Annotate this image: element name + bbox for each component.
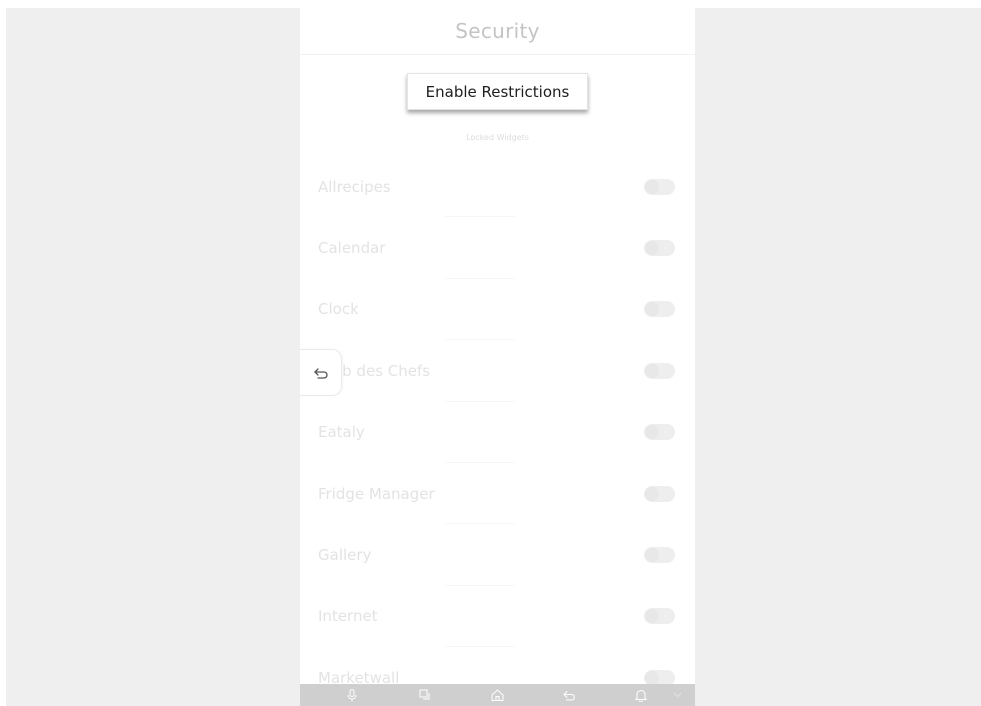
lock-toggle[interactable] [644,178,675,195]
widget-name: Internet [318,607,378,626]
widget-list: Allrecipes Calendar Clock Club des Chefs… [300,156,695,706]
lock-toggle[interactable] [644,424,675,441]
security-panel: Security Enable Restrictions Locked Widg… [300,8,695,706]
toggle-knob [645,670,659,685]
toggle-knob [645,609,659,624]
recent-apps-icon [419,689,430,700]
toggle-knob [645,425,659,440]
back-icon [562,690,575,700]
notifications-button[interactable] [626,684,656,706]
widget-name: Clock [318,300,359,319]
page-title: Security [455,19,540,43]
widget-row-fridge-manager[interactable]: Fridge Manager [300,463,695,525]
recent-apps-button[interactable] [410,684,440,706]
widget-name: Allrecipes [318,177,391,196]
toggle-knob [645,302,659,317]
widget-row-club-des-chefs[interactable]: Club des Chefs [300,340,695,402]
widget-row-allrecipes[interactable]: Allrecipes [300,156,695,218]
widget-row-gallery[interactable]: Gallery [300,524,695,587]
header: Security [300,8,695,55]
widget-row-clock[interactable]: Clock [300,279,695,341]
chevron-down-icon [673,692,682,698]
home-icon [491,689,503,701]
locked-widgets-label: Locked Widgets [466,133,529,142]
microphone-button[interactable] [337,684,367,706]
widget-name: Eataly [318,423,365,442]
toggle-knob [645,179,659,194]
widget-row-calendar[interactable]: Calendar [300,217,695,280]
widget-row-eataly[interactable]: Eataly [300,402,695,464]
lock-toggle[interactable] [644,362,675,379]
home-button[interactable] [482,684,512,706]
lock-toggle[interactable] [644,240,675,257]
back-button[interactable] [554,684,584,706]
lock-toggle[interactable] [644,301,675,318]
lock-toggle[interactable] [644,485,675,502]
toggle-knob [645,486,659,501]
notification-bell-icon [635,689,647,702]
restrictions-area: Enable Restrictions [300,73,695,110]
toggle-knob [645,548,659,563]
widget-name: Calendar [318,239,386,258]
back-icon [313,367,328,379]
widget-name: Gallery [318,546,372,565]
widget-name: Fridge Manager [318,484,435,503]
system-navbar [300,684,695,706]
collapse-navbar-button[interactable] [665,684,690,706]
side-back-button[interactable] [300,349,342,396]
toggle-knob [645,241,659,256]
toggle-knob [645,363,659,378]
lock-toggle[interactable] [644,547,675,564]
microphone-icon [347,688,357,701]
widget-row-internet[interactable]: Internet [300,586,695,648]
enable-restrictions-button[interactable]: Enable Restrictions [407,73,588,110]
lock-toggle[interactable] [644,608,675,625]
